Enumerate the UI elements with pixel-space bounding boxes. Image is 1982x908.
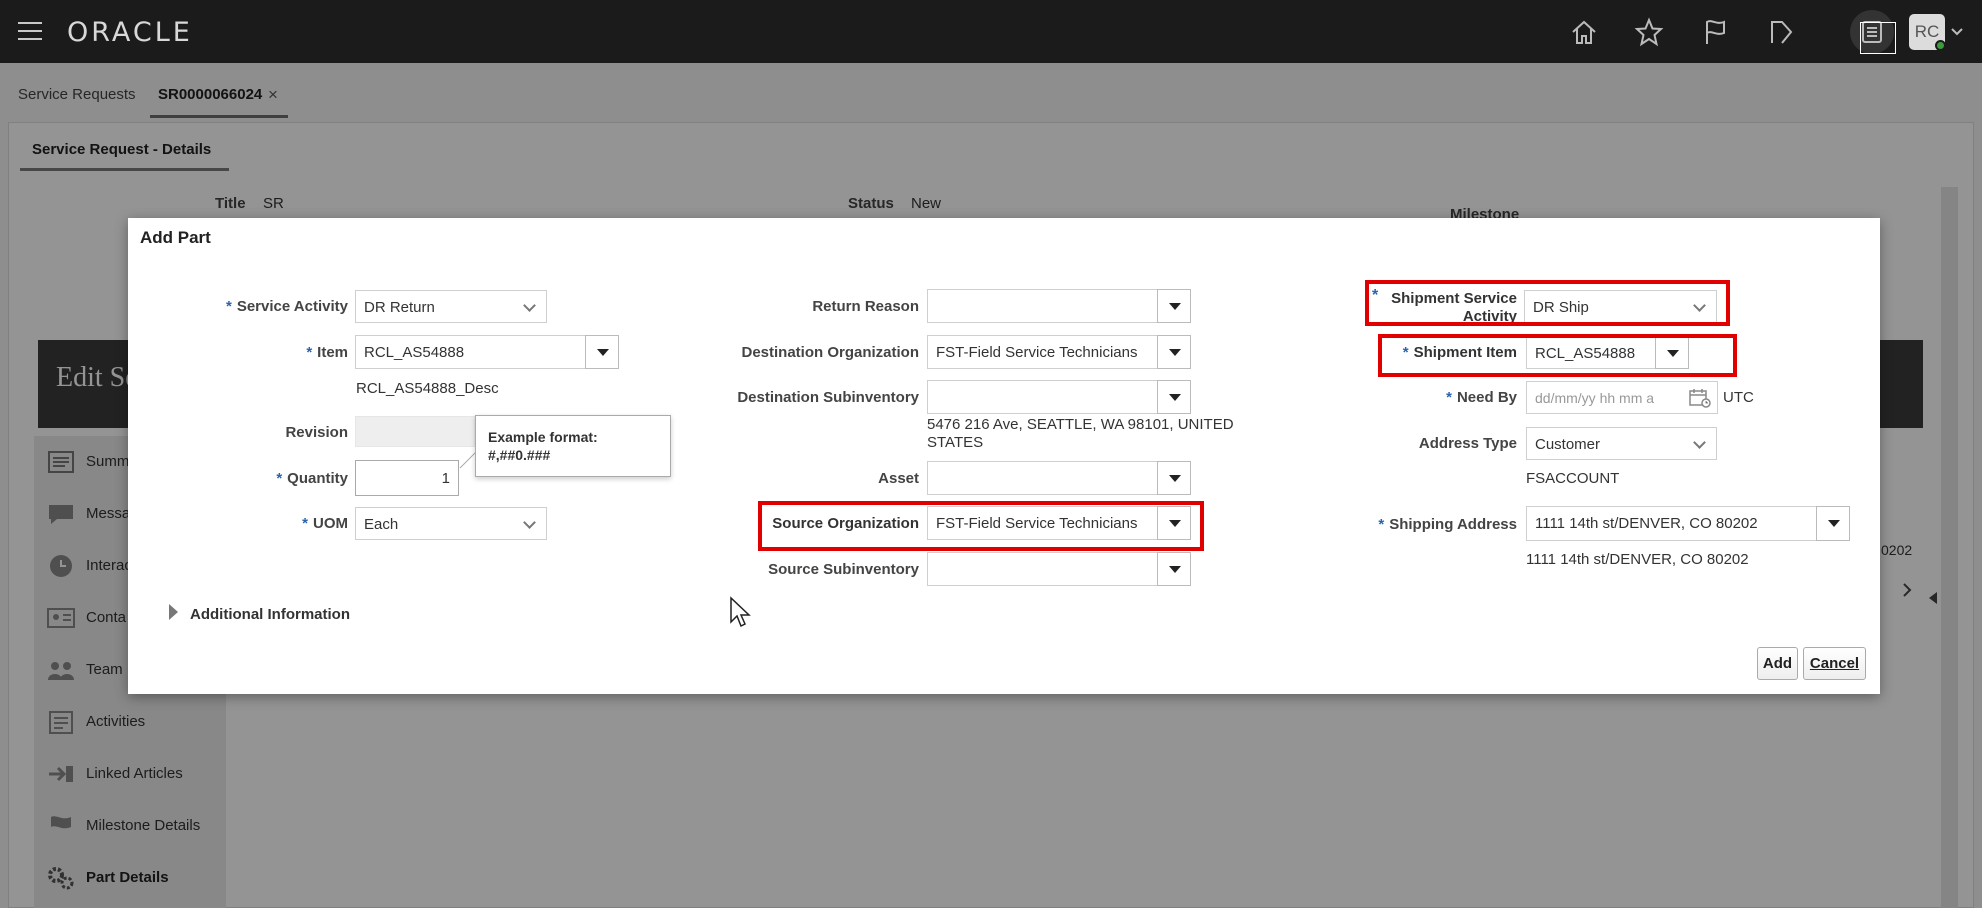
quantity-value: 1 (441, 470, 450, 487)
highlight-source-organization (758, 501, 1204, 551)
chevron-down-icon (523, 299, 536, 312)
disclosure-triangle-icon[interactable] (169, 604, 178, 620)
quantity-input[interactable]: 1 (355, 460, 459, 496)
asset-select[interactable] (927, 461, 1191, 495)
destination-address-line-1: 5476 216 Ave, SEATTLE, WA 98101, UNITED (927, 416, 1234, 433)
item-dropdown-button[interactable] (585, 335, 619, 369)
cancel-button[interactable]: Cancel (1803, 647, 1866, 680)
quantity-label: * Quantity (276, 470, 348, 487)
return-reason-label: Return Reason (812, 298, 919, 315)
banner-cancel-button[interactable] (1860, 22, 1896, 54)
source-subinventory-dropdown-button[interactable] (1157, 552, 1191, 586)
chevron-down-icon (523, 516, 536, 529)
favorites-star-icon[interactable] (1634, 17, 1664, 47)
shipping-address-text: 1111 14th st/DENVER, CO 80202 (1526, 551, 1749, 568)
dialog-title: Add Part (140, 228, 211, 247)
service-activity-select[interactable]: DR Return (355, 290, 547, 323)
add-button[interactable]: Add (1757, 647, 1798, 680)
need-by-placeholder: dd/mm/yy hh mm a (1535, 390, 1655, 406)
shipping-address-dropdown-button[interactable] (1816, 506, 1850, 541)
service-activity-label: * Service Activity (225, 298, 348, 315)
destination-subinventory-select[interactable] (927, 380, 1191, 414)
address-type-select[interactable]: Customer (1526, 427, 1717, 460)
quantity-format-tooltip: Example format: #,##0.### (475, 415, 671, 477)
destination-organization-value: FST-Field Service Technicians (936, 344, 1138, 361)
highlight-shipment-service-activity (1365, 280, 1730, 326)
return-reason-select[interactable] (927, 289, 1191, 323)
flag-icon[interactable] (1700, 17, 1730, 47)
online-status-dot (1935, 40, 1946, 51)
chevron-down-icon[interactable] (1950, 26, 1964, 38)
asset-dropdown-button[interactable] (1157, 461, 1191, 495)
mouse-cursor-icon (730, 596, 751, 628)
item-description: RCL_AS54888_Desc (356, 380, 499, 397)
service-activity-value: DR Return (364, 299, 435, 316)
destination-address-line-2: STATES (927, 434, 984, 451)
source-subinventory-select[interactable] (927, 552, 1191, 586)
destination-address: 5476 216 Ave, SEATTLE, WA 98101, UNITED … (927, 416, 1234, 452)
shipping-address-select[interactable]: 1111 14th st/DENVER, CO 80202 (1526, 506, 1850, 541)
required-indicator: * (276, 470, 283, 487)
revision-label: Revision (285, 424, 348, 441)
destination-organization-dropdown-button[interactable] (1157, 335, 1191, 369)
destination-subinventory-dropdown-button[interactable] (1157, 380, 1191, 414)
required-indicator: * (225, 298, 232, 315)
account-value: FSACCOUNT (1526, 470, 1620, 487)
uom-select[interactable]: Each (355, 507, 547, 540)
chevron-down-icon (1693, 436, 1706, 449)
timezone-label: UTC (1723, 389, 1754, 406)
required-indicator: * (1446, 389, 1452, 406)
item-input[interactable]: RCL_AS54888 (355, 335, 619, 369)
highlight-shipment-item (1378, 334, 1737, 377)
item-value: RCL_AS54888 (364, 344, 465, 361)
need-by-date-input[interactable]: dd/mm/yy hh mm a (1526, 381, 1718, 414)
tooltip-line-2: #,##0.### (488, 447, 551, 463)
shipping-address-value: 1111 14th st/DENVER, CO 80202 (1535, 515, 1758, 532)
required-indicator: * (306, 344, 313, 361)
return-reason-dropdown-button[interactable] (1157, 289, 1191, 323)
home-icon[interactable] (1569, 17, 1599, 47)
hamburger-menu-icon[interactable] (18, 22, 42, 40)
address-type-label: Address Type (1418, 435, 1517, 452)
required-indicator: * (1378, 516, 1385, 533)
destination-organization-label: Destination Organization (741, 344, 919, 361)
destination-subinventory-label: Destination Subinventory (737, 389, 919, 406)
required-indicator: * (302, 515, 308, 532)
revision-field (355, 416, 475, 447)
asset-label: Asset (878, 470, 919, 487)
additional-information-toggle[interactable]: Additional Information (190, 606, 350, 623)
uom-value: Each (364, 516, 399, 533)
top-bar (0, 0, 1982, 63)
shipping-address-label: * Shipping Address (1378, 516, 1517, 533)
watchlist-icon[interactable] (1766, 17, 1796, 47)
address-type-value: Customer (1535, 436, 1601, 453)
calendar-icon[interactable] (1689, 388, 1711, 408)
uom-label: * UOM (302, 515, 348, 532)
item-label: * Item (306, 344, 348, 361)
oracle-logo: ORACLE (67, 17, 193, 48)
destination-organization-select[interactable]: FST-Field Service Technicians (927, 335, 1191, 369)
source-subinventory-label: Source Subinventory (768, 561, 919, 578)
need-by-label: * Need By (1446, 389, 1517, 406)
tooltip-line-1: Example format: (488, 429, 598, 445)
